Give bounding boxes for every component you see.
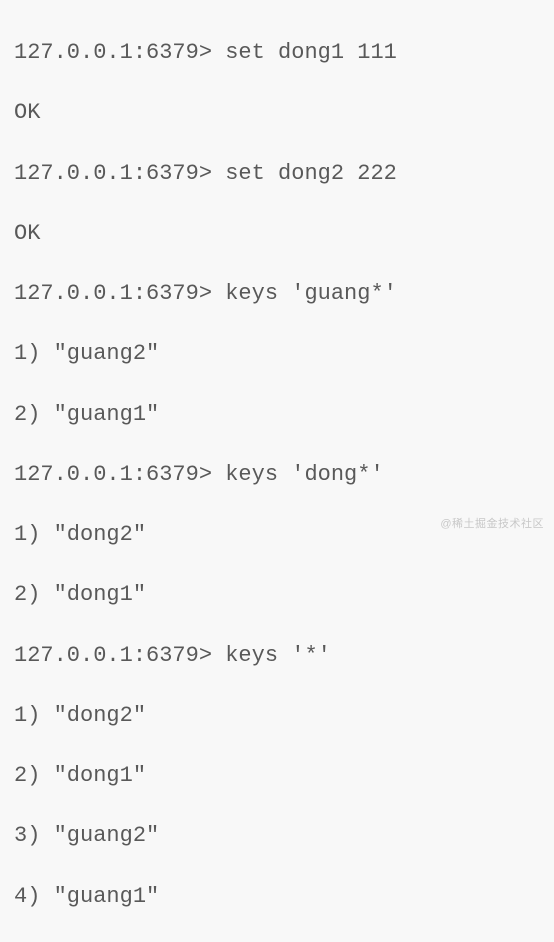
terminal-line: 127.0.0.1:6379> set dong2 222 xyxy=(14,159,554,189)
terminal-line: 3) "guang2" xyxy=(14,821,554,851)
terminal-line: 2) "dong1" xyxy=(14,761,554,791)
terminal-line: 127.0.0.1:6379> keys 'guang*' xyxy=(14,279,554,309)
terminal-line: 2) "dong1" xyxy=(14,580,554,610)
terminal-line: OK xyxy=(14,98,554,128)
terminal-line: 127.0.0.1:6379> keys 'dong*' xyxy=(14,460,554,490)
terminal-line: 4) "guang1" xyxy=(14,882,554,912)
watermark: @稀土掘金技术社区 xyxy=(440,517,544,532)
terminal-line: 1) "dong2" xyxy=(14,701,554,731)
terminal-line: 127.0.0.1:6379> keys '*' xyxy=(14,641,554,671)
terminal-line: OK xyxy=(14,219,554,249)
terminal-line: 1) "guang2" xyxy=(14,339,554,369)
terminal-output: 127.0.0.1:6379> set dong1 111 OK 127.0.0… xyxy=(14,8,554,942)
terminal-line: 127.0.0.1:6379> set dong1 111 xyxy=(14,38,554,68)
terminal-line: 2) "guang1" xyxy=(14,400,554,430)
